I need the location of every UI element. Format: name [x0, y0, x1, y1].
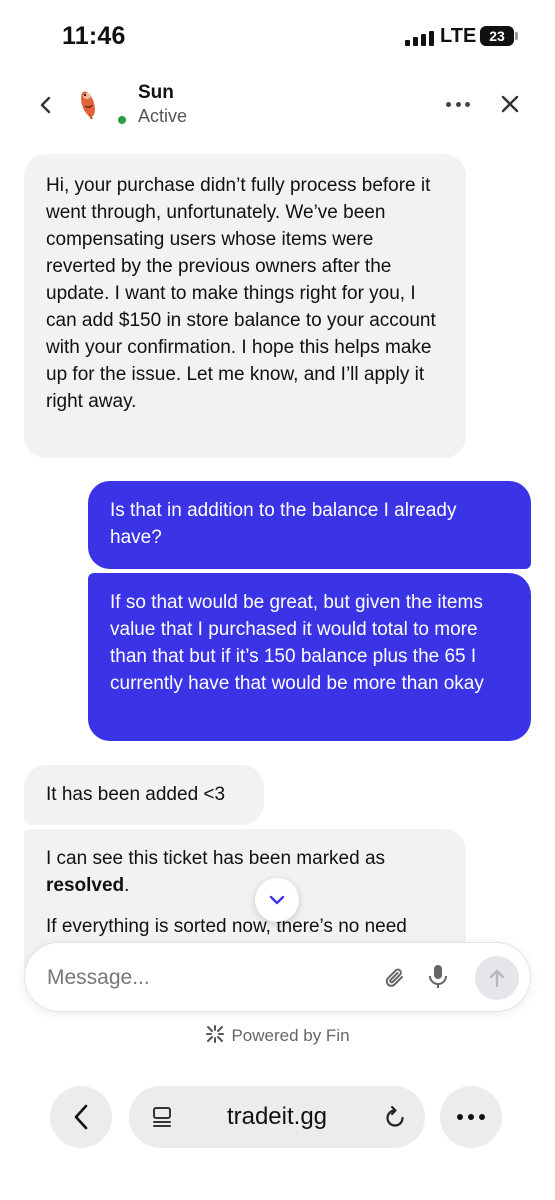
address-bar[interactable]: tradeit.gg: [129, 1086, 425, 1148]
message-text: I can see this ticket has been marked as…: [46, 848, 386, 896]
message-input[interactable]: [47, 965, 367, 991]
chevron-down-icon: [269, 895, 285, 905]
message-text: Is that in addition to the balance I alr…: [110, 500, 457, 548]
browser-more-button[interactable]: [440, 1086, 502, 1148]
send-button[interactable]: [475, 956, 519, 1000]
url-text: tradeit.gg: [226, 1103, 328, 1130]
agent-message: Hi, your purchase didn’t fully process b…: [24, 154, 466, 458]
message-text: If so that would be great, but given the…: [110, 592, 484, 694]
signal-icon: [405, 30, 435, 46]
close-icon[interactable]: [500, 94, 520, 114]
browser-toolbar: tradeit.gg: [0, 1060, 555, 1200]
powered-by-text: Powered by Fin: [231, 1026, 350, 1045]
user-message: Is that in addition to the balance I alr…: [88, 481, 531, 569]
more-icon[interactable]: [446, 102, 470, 108]
user-message: If so that would be great, but given the…: [88, 573, 531, 741]
reload-icon[interactable]: [383, 1105, 407, 1129]
send-arrow-icon: [489, 969, 505, 988]
message-text: It has been added <3: [46, 784, 226, 805]
resolved-label: resolved: [46, 875, 125, 896]
network-label: LTE: [440, 25, 477, 47]
message-text: Hi, your purchase didn’t fully process b…: [46, 175, 436, 412]
attach-icon[interactable]: [383, 966, 407, 990]
battery-icon: 23: [480, 26, 518, 46]
agent-message: It has been added <3: [24, 765, 264, 825]
back-icon: [74, 1104, 88, 1130]
agent-status: Active: [138, 106, 188, 126]
message-text: If everything is sorted now, there’s no …: [46, 916, 407, 937]
mic-icon[interactable]: [428, 964, 448, 990]
agent-name: Sun: [138, 82, 174, 103]
chat-header: Sun Active: [0, 70, 555, 140]
avatar: [81, 91, 95, 120]
scroll-to-bottom-button[interactable]: [255, 878, 299, 922]
status-dot: [118, 116, 126, 124]
chat-back-icon[interactable]: [36, 94, 56, 116]
message-composer: [24, 942, 531, 1012]
status-bar: 11:46 LTE 23: [0, 0, 555, 70]
powered-by: Powered by Fin: [0, 1024, 555, 1046]
fin-icon: [206, 1025, 225, 1043]
status-time: 11:46: [62, 22, 126, 50]
browser-back-button[interactable]: [50, 1086, 112, 1148]
